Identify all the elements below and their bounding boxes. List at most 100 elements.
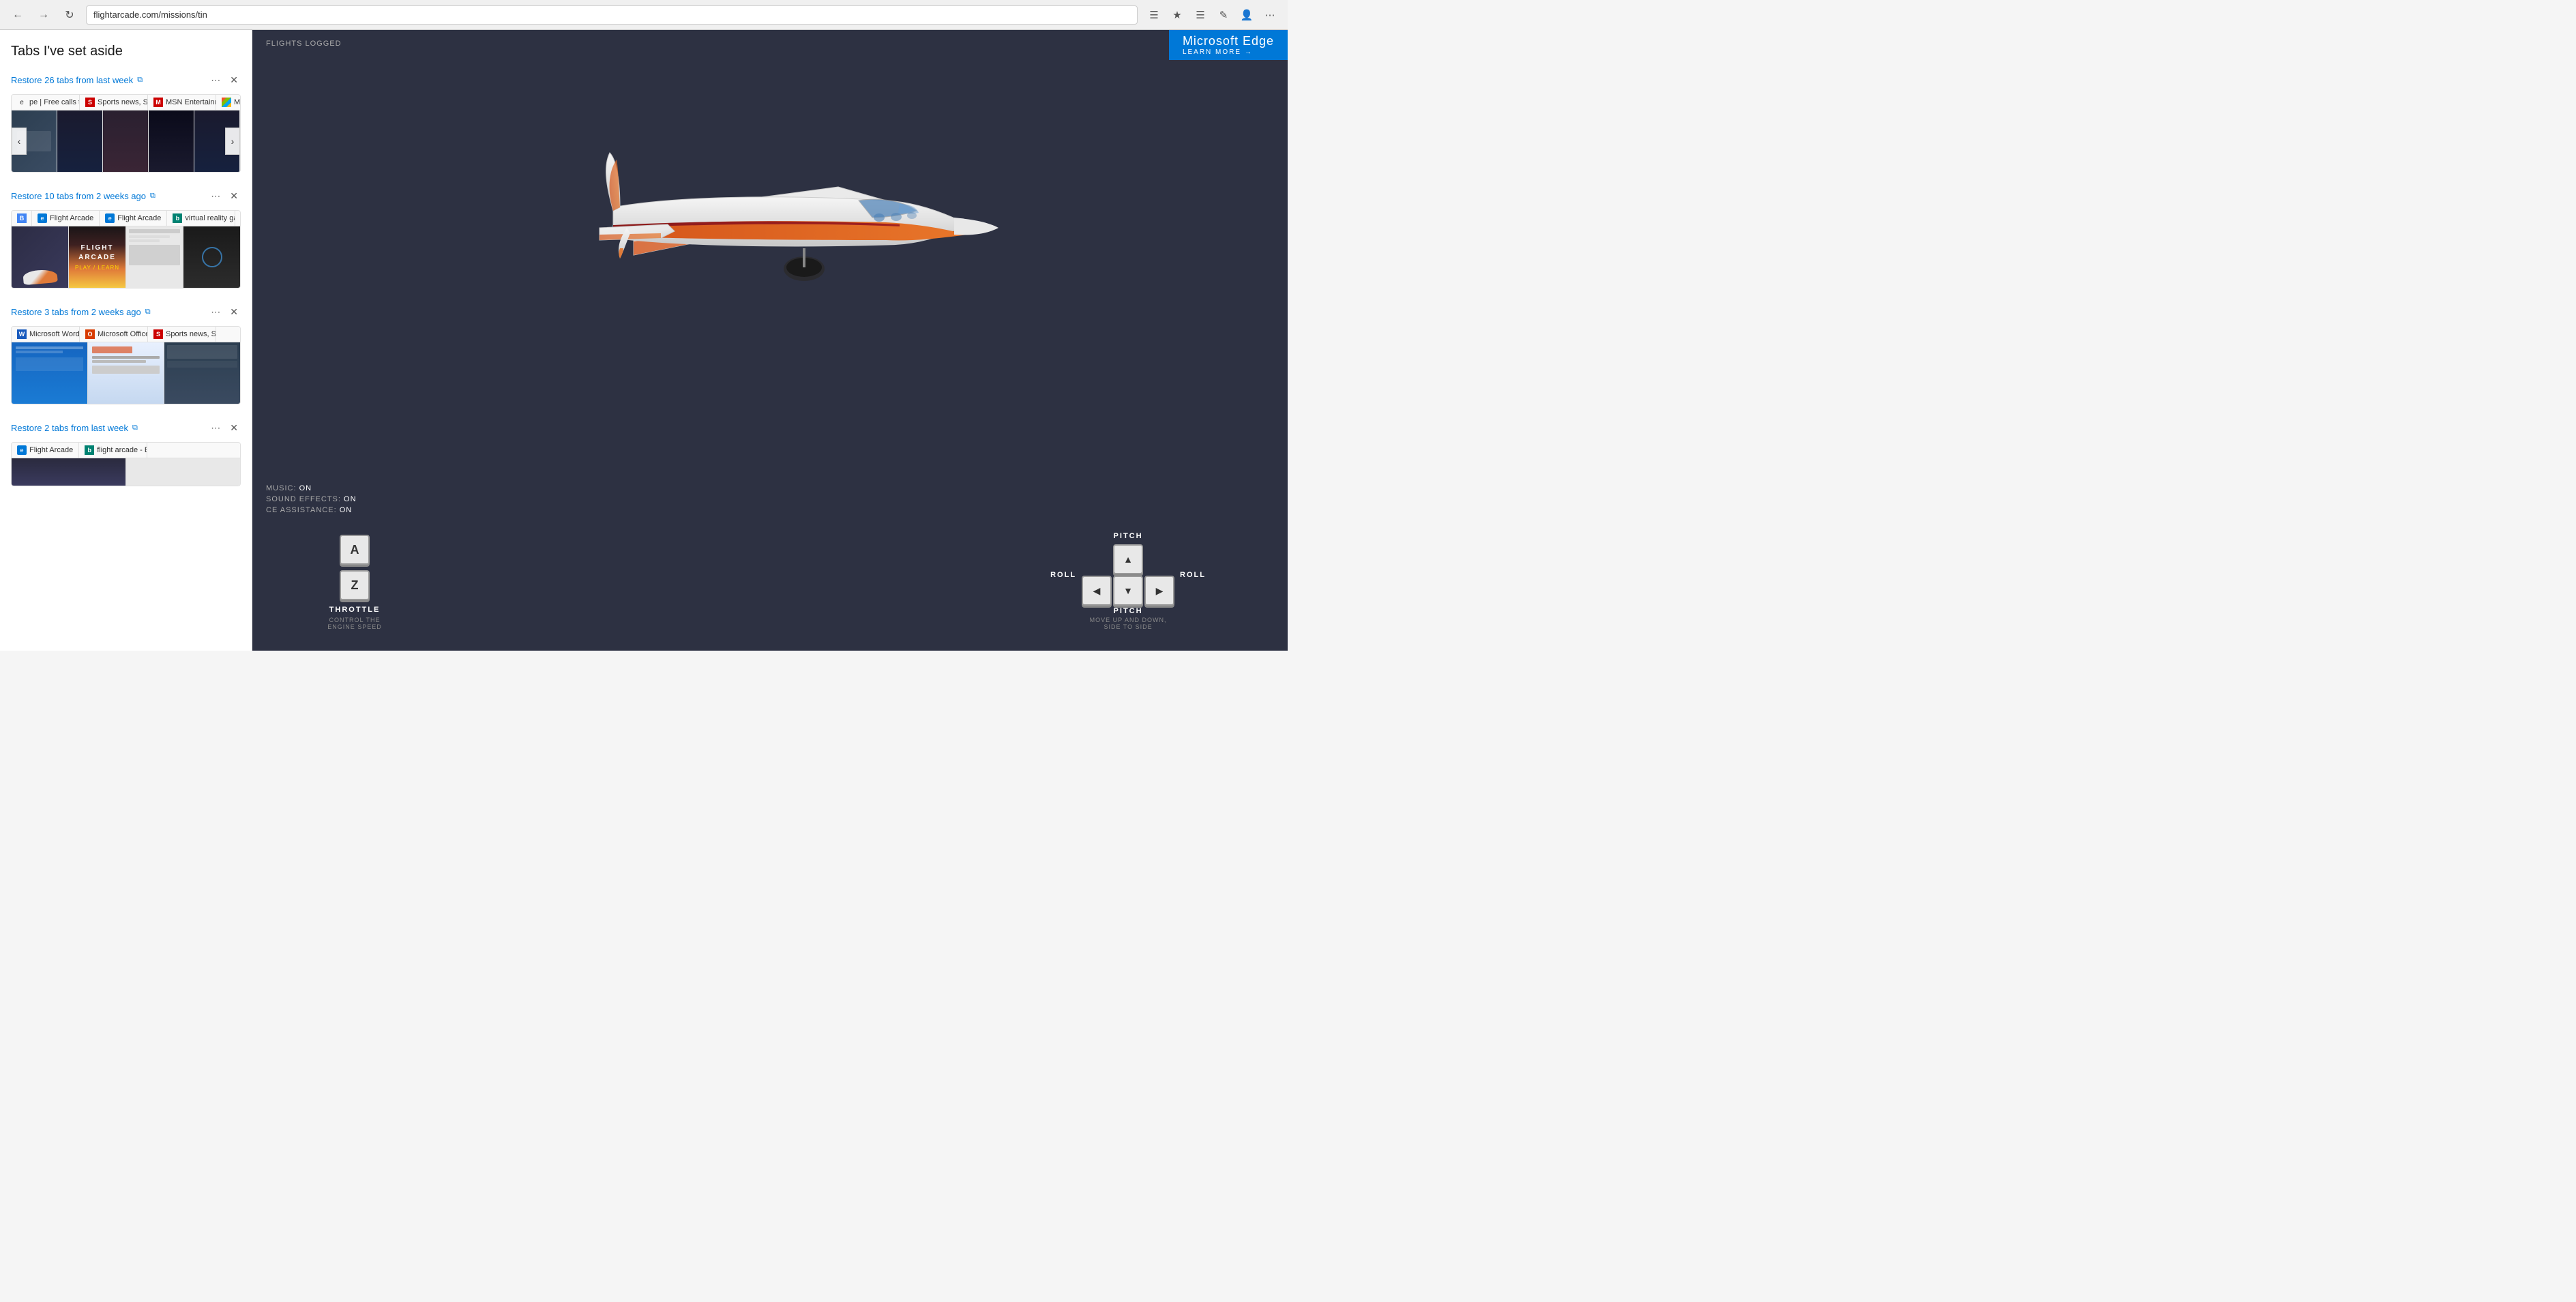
tabs-panel: Tabs I've set aside Restore 26 tabs from… bbox=[0, 30, 252, 651]
tab-group-3-header: Restore 3 tabs from 2 weeks ago ⧉ ⋯ ✕ bbox=[11, 305, 241, 319]
restore-group2-label: Restore 10 tabs from 2 weeks ago bbox=[11, 191, 146, 201]
tab-label: H Halo - Official Site bbox=[235, 211, 240, 226]
restore-group3-link[interactable]: Restore 3 tabs from 2 weeks ago ⧉ bbox=[11, 307, 151, 317]
throttle-key-a: A bbox=[340, 535, 370, 565]
prev-arrow[interactable]: ‹ bbox=[12, 128, 27, 155]
favicon-edge-icon: e bbox=[17, 98, 27, 107]
group1-more-button[interactable]: ⋯ bbox=[208, 73, 223, 87]
dpad-right-button[interactable]: ▶ bbox=[1144, 576, 1174, 606]
tab-preview[interactable]: FLIGHTARCADE PLAY / LEARN bbox=[69, 226, 126, 288]
tab-preview[interactable] bbox=[164, 342, 240, 404]
controls-area: A Z THROTTLE CONTROL THE ENGINE SPEED PI… bbox=[252, 532, 1288, 630]
assistance-setting: CE ASSISTANCE: ON bbox=[266, 506, 357, 514]
tab-preview[interactable] bbox=[12, 342, 88, 404]
group4-previews: e Flight Arcade b flight arcade - Bing bbox=[11, 442, 241, 486]
tab-label: b flight arcade - Bing bbox=[79, 443, 147, 458]
restore-group2-link[interactable]: Restore 10 tabs from 2 weeks ago ⧉ bbox=[11, 191, 156, 201]
favicon-sports2-icon: S bbox=[153, 329, 163, 339]
ms-edge-banner[interactable]: Microsoft Edge LEARN MORE → bbox=[1169, 30, 1288, 60]
airplane-svg bbox=[531, 64, 1009, 391]
game-topbar: FLIGHTS LOGGED 𝕏 f bbox=[252, 30, 1288, 57]
group2-close-button[interactable]: ✕ bbox=[227, 189, 241, 203]
favicon-msn-icon: M bbox=[153, 98, 163, 107]
favicon-edge-icon: e bbox=[38, 213, 47, 223]
restore-group4-link[interactable]: Restore 2 tabs from last week ⧉ bbox=[11, 423, 138, 433]
tab-preview[interactable] bbox=[126, 226, 183, 288]
throttle-label: THROTTLE bbox=[329, 606, 381, 614]
tab-preview[interactable] bbox=[103, 110, 149, 172]
tab-preview[interactable] bbox=[183, 226, 240, 288]
browser-chrome: ← → ↻ ☰ ★ ☰ ✎ 👤 ⋯ bbox=[0, 0, 1288, 30]
tab-label: e Flight Arcade bbox=[32, 211, 100, 226]
group3-more-button[interactable]: ⋯ bbox=[208, 305, 223, 319]
forward-button[interactable]: → bbox=[34, 5, 53, 25]
tab-preview[interactable] bbox=[12, 226, 69, 288]
group1-close-button[interactable]: ✕ bbox=[227, 73, 241, 87]
back-button[interactable]: ← bbox=[8, 5, 27, 25]
address-bar[interactable] bbox=[86, 5, 1138, 25]
airplane-display bbox=[531, 64, 1009, 391]
group2-previews: B e Flight Arcade e Flight Arcade b virt… bbox=[11, 210, 241, 288]
tab-preview[interactable] bbox=[149, 110, 194, 172]
throttle-key-z: Z bbox=[340, 570, 370, 600]
throttle-section: A Z THROTTLE CONTROL THE ENGINE SPEED bbox=[321, 535, 389, 630]
group4-close-button[interactable]: ✕ bbox=[227, 421, 241, 435]
group2-more-button[interactable]: ⋯ bbox=[208, 189, 223, 203]
roll-label-left: ROLL bbox=[1050, 571, 1076, 579]
tab-label: B bbox=[12, 211, 32, 226]
more-button[interactable]: ⋯ bbox=[1260, 5, 1279, 25]
tab-preview[interactable] bbox=[126, 458, 240, 486]
tab-preview[interactable] bbox=[88, 342, 164, 404]
flights-logged-label: FLIGHTS LOGGED bbox=[266, 40, 342, 48]
tab-label: e Flight Arcade bbox=[12, 443, 79, 458]
tab-label: W Microsoft Word bbox=[12, 327, 80, 342]
panel-title: Tabs I've set aside bbox=[11, 44, 241, 59]
tab-label-text: flight arcade - Bing bbox=[97, 446, 147, 454]
group4-more-button[interactable]: ⋯ bbox=[208, 421, 223, 435]
next-arrow[interactable]: › bbox=[225, 128, 240, 155]
group3-close-button[interactable]: ✕ bbox=[227, 305, 241, 319]
game-panel: FLIGHTS LOGGED 𝕏 f Microsoft Edge LEARN … bbox=[252, 30, 1288, 651]
hub-button[interactable]: ☰ bbox=[1191, 5, 1210, 25]
dpad-left-button[interactable]: ◀ bbox=[1082, 576, 1112, 606]
dpad-down-button[interactable]: ▼ bbox=[1113, 576, 1143, 606]
tab-label-text: Sports news, Scores bbox=[166, 330, 216, 338]
tab-label-text: Flight Arcade bbox=[117, 214, 161, 222]
game-settings: MUSIC: ON SOUND EFFECTS: ON CE ASSISTANC… bbox=[266, 484, 357, 514]
restore-group1-icon: ⧉ bbox=[137, 76, 143, 85]
tab-label: Microsoft HoloLens bbox=[216, 95, 240, 110]
group3-preview-images bbox=[12, 342, 240, 404]
reading-view-button[interactable]: ☰ bbox=[1144, 5, 1164, 25]
refresh-button[interactable]: ↻ bbox=[60, 5, 79, 25]
restore-group3-label: Restore 3 tabs from 2 weeks ago bbox=[11, 307, 141, 317]
group3-previews: W Microsoft Word O Microsoft Office S Sp… bbox=[11, 326, 241, 404]
favicon-fa-icon: e bbox=[17, 445, 27, 455]
tab-label: O Microsoft Office bbox=[80, 327, 148, 342]
tab-group-2-header: Restore 10 tabs from 2 weeks ago ⧉ ⋯ ✕ bbox=[11, 189, 241, 203]
tab-preview[interactable] bbox=[57, 110, 103, 172]
account-button[interactable]: 👤 bbox=[1237, 5, 1256, 25]
group2-preview-images: FLIGHTARCADE PLAY / LEARN bbox=[12, 226, 240, 288]
tab-group-4-header: Restore 2 tabs from last week ⧉ ⋯ ✕ bbox=[11, 421, 241, 435]
tab-group-4: Restore 2 tabs from last week ⧉ ⋯ ✕ e Fl… bbox=[11, 421, 241, 486]
group4-preview-images bbox=[12, 458, 240, 486]
tab-label-text: Flight Arcade bbox=[50, 214, 93, 222]
dpad-up-button[interactable]: ▲ bbox=[1113, 544, 1143, 574]
favicon-word-icon: W bbox=[17, 329, 27, 339]
tab-label: e pe | Free calls to bbox=[12, 95, 80, 110]
tab-group-2: Restore 10 tabs from 2 weeks ago ⧉ ⋯ ✕ B… bbox=[11, 189, 241, 288]
favicon-edge2-icon: e bbox=[105, 213, 115, 223]
notes-button[interactable]: ✎ bbox=[1214, 5, 1233, 25]
tab-label: S Sports news, Scores bbox=[148, 327, 216, 342]
dpad-empty-tr bbox=[1144, 544, 1174, 574]
tab-preview[interactable] bbox=[12, 458, 126, 486]
favicon-bing-icon: b bbox=[173, 213, 182, 223]
favorites-button[interactable]: ★ bbox=[1168, 5, 1187, 25]
restore-group4-icon: ⧉ bbox=[132, 424, 138, 432]
tab-label-text: Microsoft Word bbox=[29, 330, 80, 338]
group1-tab-labels: e pe | Free calls to S Sports news, Scor… bbox=[12, 95, 240, 110]
tab-group-2-actions: ⋯ ✕ bbox=[208, 189, 241, 203]
restore-group1-link[interactable]: Restore 26 tabs from last week ⧉ bbox=[11, 75, 143, 85]
tab-group-3: Restore 3 tabs from 2 weeks ago ⧉ ⋯ ✕ W … bbox=[11, 305, 241, 404]
restore-group1-label: Restore 26 tabs from last week bbox=[11, 75, 133, 85]
